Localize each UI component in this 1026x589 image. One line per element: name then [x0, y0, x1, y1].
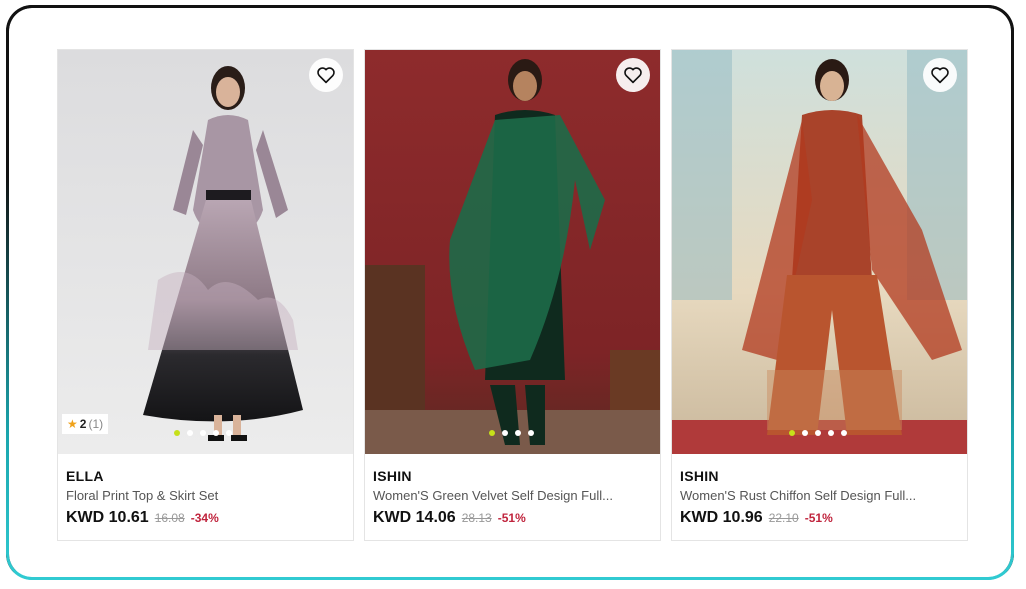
discount-badge: -51%: [804, 511, 833, 525]
carousel-dot[interactable]: [213, 430, 219, 436]
product-brand: ISHIN: [373, 468, 412, 484]
rating-badge: ★ 2 (1): [62, 414, 109, 434]
image-carousel-dots: [174, 430, 232, 436]
carousel-dot[interactable]: [841, 430, 847, 436]
price-row: KWD 10.96 22.10 -51%: [680, 509, 833, 527]
product-image[interactable]: [672, 50, 967, 454]
price-row: KWD 14.06 28.13 -51%: [373, 509, 526, 527]
original-price: 22.10: [768, 511, 799, 525]
heart-outline-icon: [317, 67, 335, 84]
product-photo-green-velvet: [365, 50, 660, 454]
wishlist-button[interactable]: [923, 58, 957, 92]
carousel-dot[interactable]: [187, 430, 193, 436]
carousel-dot[interactable]: [789, 430, 795, 436]
carousel-dot[interactable]: [515, 430, 521, 436]
heart-outline-icon: [931, 67, 949, 84]
current-price: KWD 10.96: [680, 509, 763, 526]
discount-badge: -34%: [190, 511, 219, 525]
carousel-dot[interactable]: [815, 430, 821, 436]
original-price: 16.08: [154, 511, 185, 525]
product-image[interactable]: ★ 2 (1): [58, 50, 353, 454]
rating-value: 2: [79, 417, 87, 431]
carousel-dot[interactable]: [528, 430, 534, 436]
product-photo-rust-chiffon: [672, 50, 967, 454]
image-carousel-dots: [789, 430, 847, 436]
wishlist-button[interactable]: [616, 58, 650, 92]
current-price: KWD 10.61: [66, 509, 149, 526]
product-name[interactable]: Women'S Green Velvet Self Design Full...: [373, 488, 613, 503]
product-card[interactable]: ★ 2 (1) ELLA Floral Print Top & Skirt Se…: [57, 49, 354, 541]
product-image[interactable]: [365, 50, 660, 454]
product-brand: ISHIN: [680, 468, 719, 484]
discount-badge: -51%: [497, 511, 526, 525]
carousel-dot[interactable]: [489, 430, 495, 436]
heart-outline-icon: [624, 67, 642, 84]
product-card[interactable]: ISHIN Women'S Rust Chiffon Self Design F…: [671, 49, 968, 541]
carousel-dot[interactable]: [502, 430, 508, 436]
carousel-dot[interactable]: [828, 430, 834, 436]
product-name[interactable]: Women'S Rust Chiffon Self Design Full...: [680, 488, 916, 503]
product-brand: ELLA: [66, 468, 104, 484]
original-price: 28.13: [461, 511, 492, 525]
rating-count: (1): [88, 417, 104, 431]
product-photo-ella: [58, 50, 353, 454]
carousel-dot[interactable]: [174, 430, 180, 436]
product-name[interactable]: Floral Print Top & Skirt Set: [66, 488, 218, 503]
star-icon: ★: [67, 417, 78, 431]
price-row: KWD 10.61 16.08 -34%: [66, 509, 219, 527]
current-price: KWD 14.06: [373, 509, 456, 526]
carousel-dot[interactable]: [226, 430, 232, 436]
carousel-dot[interactable]: [802, 430, 808, 436]
carousel-dot[interactable]: [200, 430, 206, 436]
image-carousel-dots: [489, 430, 534, 436]
wishlist-button[interactable]: [309, 58, 343, 92]
product-card[interactable]: ISHIN Women'S Green Velvet Self Design F…: [364, 49, 661, 541]
